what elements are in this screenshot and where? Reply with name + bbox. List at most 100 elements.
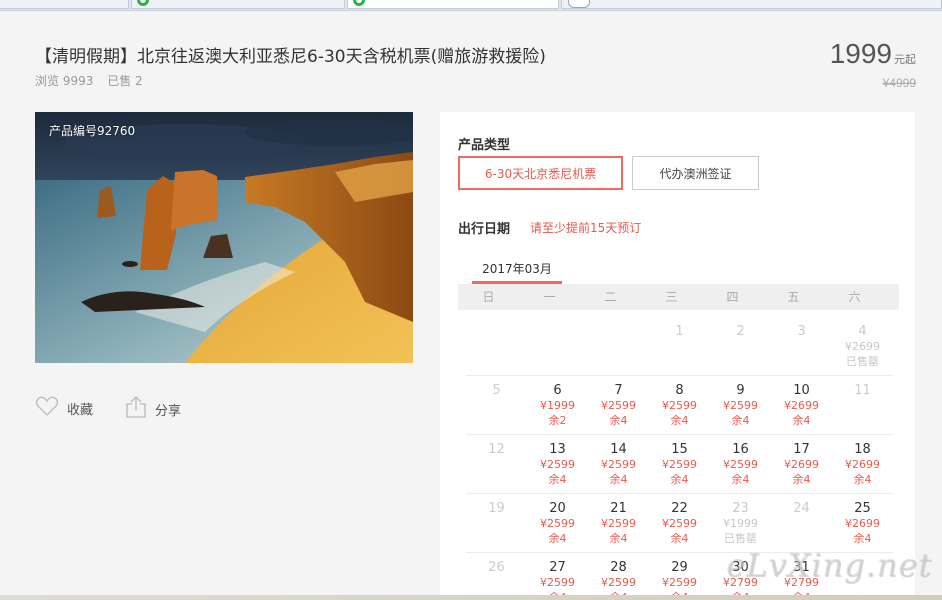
- day-stock: 已售罄: [724, 532, 757, 545]
- calendar-day-cell: [527, 317, 588, 375]
- calendar-day-cell: 19: [466, 494, 527, 552]
- day-number: 29: [671, 560, 688, 575]
- day-number: 21: [610, 501, 627, 516]
- day-number: 17: [793, 442, 810, 457]
- booking-panel: 产品类型 6-30天北京悉尼机票 代办澳洲签证 出行日期 请至少提前15天预订 …: [440, 112, 915, 600]
- calendar-day-cell: [466, 317, 527, 375]
- calendar-day-cell[interactable]: 15 ¥2599 余4: [649, 435, 710, 493]
- day-number: 6: [553, 383, 562, 398]
- calendar-week-row: 1 2 3 4 ¥2699 已售罄: [466, 317, 893, 376]
- day-stock: 余4: [548, 532, 567, 545]
- calendar-day-cell: 24: [771, 494, 832, 552]
- weekday-label: 五: [787, 290, 800, 304]
- share-label: 分享: [155, 403, 182, 419]
- heart-icon: [35, 395, 59, 421]
- calendar-day-cell[interactable]: 8 ¥2599 余4: [649, 376, 710, 434]
- browser-tab[interactable]: [0, 0, 129, 9]
- day-stock: 余4: [731, 414, 750, 427]
- calendar-day-cell[interactable]: 29¥2599余4: [649, 553, 710, 600]
- day-number: 2: [736, 324, 745, 339]
- day-stock: 余4: [853, 532, 872, 545]
- travel-date-label: 出行日期: [458, 222, 511, 237]
- day-number: 24: [793, 501, 810, 516]
- day-number: 8: [675, 383, 684, 398]
- calendar-day-cell[interactable]: 10 ¥2699 余4: [771, 376, 832, 434]
- calendar-day-cell[interactable]: 28¥2599余4: [588, 553, 649, 600]
- day-price: ¥2599: [662, 399, 697, 412]
- calendar-day-cell[interactable]: 21 ¥2599 余4: [588, 494, 649, 552]
- day-price: ¥2699: [845, 517, 880, 530]
- day-price: ¥1999: [540, 399, 575, 412]
- day-number: 20: [549, 501, 566, 516]
- day-stock: 余4: [792, 414, 811, 427]
- option-visa-service[interactable]: 代办澳洲签证: [632, 156, 759, 190]
- price-unit: 元起: [894, 53, 916, 66]
- calendar-day-cell: [588, 317, 649, 375]
- day-price: ¥2599: [540, 517, 575, 530]
- weekday-label: 一: [543, 290, 556, 304]
- calendar-day-cell[interactable]: 14 ¥2599 余4: [588, 435, 649, 493]
- day-stock: 余4: [670, 532, 689, 545]
- product-stats: 浏览 9993 已售 2: [35, 72, 153, 89]
- calendar-day-cell[interactable]: 16 ¥2599 余4: [710, 435, 771, 493]
- weekday-label: 六: [848, 290, 861, 304]
- calendar-day-cell[interactable]: 25 ¥2699 余4: [832, 494, 893, 552]
- calendar-day-cell[interactable]: 22 ¥2599 余4: [649, 494, 710, 552]
- day-number: 14: [610, 442, 627, 457]
- day-number: 3: [797, 324, 806, 339]
- weekday-label: 二: [604, 290, 617, 304]
- day-price: ¥2599: [601, 458, 636, 471]
- day-price: ¥1999: [723, 517, 758, 530]
- month-tab[interactable]: 2017年03月: [472, 260, 562, 284]
- day-stock: 余4: [670, 414, 689, 427]
- option-sydney-ticket[interactable]: 6-30天北京悉尼机票: [458, 156, 623, 190]
- calendar-day-cell[interactable]: 18 ¥2699 余4: [832, 435, 893, 493]
- calendar-day-cell[interactable]: 7 ¥2599 余4: [588, 376, 649, 434]
- weekday-label: 日: [482, 290, 495, 304]
- weekday-label: 四: [726, 290, 739, 304]
- day-price: ¥2599: [540, 576, 575, 589]
- day-stock: 余4: [853, 473, 872, 486]
- day-price: ¥2599: [723, 399, 758, 412]
- current-price: 1999: [829, 38, 892, 69]
- booking-notice: 请至少提前15天预订: [530, 221, 642, 235]
- calendar-day-cell[interactable]: 27¥2599余4: [527, 553, 588, 600]
- day-number: 28: [610, 560, 627, 575]
- calendar-day-cell[interactable]: 13 ¥2599 余4: [527, 435, 588, 493]
- day-number: 23: [732, 501, 749, 516]
- calendar-day-cell: 11: [832, 376, 893, 434]
- calendar-day-cell[interactable]: 17 ¥2699 余4: [771, 435, 832, 493]
- day-number: 10: [793, 383, 810, 398]
- share-icon: [125, 395, 147, 423]
- calendar-day-cell: 3: [771, 317, 832, 375]
- calendar-day-cell[interactable]: 9 ¥2599 余4: [710, 376, 771, 434]
- calendar-week-row: 19 20 ¥2599 余4 21 ¥2599 余4 22 ¥2599 余4 23 ¥1999 已售罄 2…: [466, 494, 893, 553]
- calendar-week-row: 5 6 ¥1999 余2 7 ¥2599 余4 8 ¥2599 余4 9 ¥2599 余4 10 ¥2699…: [466, 376, 893, 435]
- calendar-week-row: 12 13 ¥2599 余4 14 ¥2599 余4 15 ¥2599 余4 16 ¥2599 余4 17…: [466, 435, 893, 494]
- day-number: 15: [671, 442, 688, 457]
- bottom-edge: [0, 595, 942, 600]
- calendar-day-cell: 26: [466, 553, 527, 600]
- price-box: 1999 元起: [830, 38, 916, 70]
- browser-tab-active[interactable]: [347, 0, 559, 9]
- day-price: ¥2699: [784, 458, 819, 471]
- new-tab-icon[interactable]: [568, 0, 590, 8]
- product-code: 产品编号92760: [49, 124, 136, 138]
- day-price: ¥2599: [601, 576, 636, 589]
- day-number: 4: [858, 324, 867, 339]
- browser-tab[interactable]: [131, 0, 345, 9]
- day-number: 26: [488, 560, 505, 575]
- calendar-day-cell[interactable]: 6 ¥1999 余2: [527, 376, 588, 434]
- browser-tab[interactable]: [561, 0, 942, 9]
- favorite-button[interactable]: 收藏: [35, 395, 93, 421]
- share-button[interactable]: 分享: [125, 395, 181, 423]
- day-price: ¥2699: [784, 399, 819, 412]
- calendar-day-cell: 2: [710, 317, 771, 375]
- day-number: 25: [854, 501, 871, 516]
- coastline-image: [35, 112, 413, 363]
- day-price: ¥2699: [845, 340, 880, 353]
- calendar-day-cell[interactable]: 20 ¥2599 余4: [527, 494, 588, 552]
- product-photo[interactable]: 产品编号92760: [35, 112, 413, 363]
- day-number: 9: [736, 383, 745, 398]
- day-number: 16: [732, 442, 749, 457]
